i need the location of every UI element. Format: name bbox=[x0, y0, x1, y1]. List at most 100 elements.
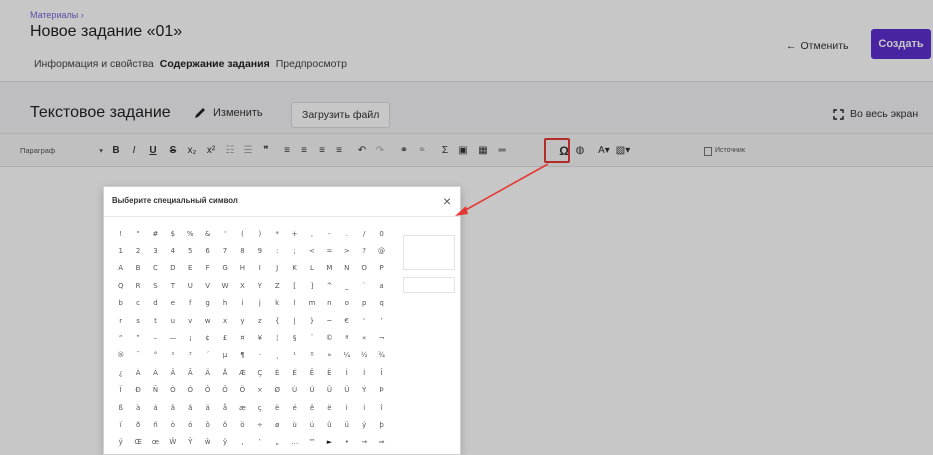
char-cell[interactable]: ì bbox=[338, 399, 355, 416]
char-cell[interactable]: × bbox=[251, 382, 268, 399]
char-cell[interactable]: 7 bbox=[216, 242, 233, 259]
char-cell[interactable]: ¬ bbox=[373, 329, 390, 346]
char-cell[interactable]: v bbox=[182, 312, 199, 329]
char-cell[interactable]: ñ bbox=[147, 416, 164, 433]
char-cell[interactable]: P bbox=[373, 260, 390, 277]
char-cell[interactable]: î bbox=[373, 399, 390, 416]
cancel-button[interactable]: ← Отменить bbox=[776, 33, 859, 59]
char-cell[interactable]: — bbox=[164, 329, 181, 346]
char-cell[interactable]: U bbox=[182, 277, 199, 294]
char-cell[interactable]: N bbox=[338, 260, 355, 277]
char-cell[interactable]: ï bbox=[112, 416, 129, 433]
char-cell[interactable]: â bbox=[164, 399, 181, 416]
char-cell[interactable]: À bbox=[129, 364, 146, 381]
char-cell[interactable]: „ bbox=[269, 434, 286, 451]
char-cell[interactable]: Œ bbox=[129, 434, 146, 451]
char-cell[interactable]: û bbox=[321, 416, 338, 433]
bulleted-list-icon[interactable]: ☰ bbox=[240, 142, 256, 160]
char-cell[interactable]: Í bbox=[355, 364, 372, 381]
char-cell[interactable]: 6 bbox=[199, 242, 216, 259]
char-cell[interactable]: l bbox=[286, 295, 303, 312]
char-cell[interactable]: ♦ bbox=[129, 451, 146, 454]
char-cell[interactable]: < bbox=[303, 242, 320, 259]
char-cell[interactable]: œ bbox=[147, 434, 164, 451]
char-cell[interactable]: p bbox=[355, 295, 372, 312]
char-cell[interactable]: Á bbox=[147, 364, 164, 381]
char-cell[interactable]: T bbox=[164, 277, 181, 294]
subscript-icon[interactable]: x₂ bbox=[184, 142, 200, 160]
char-cell[interactable]: r bbox=[112, 312, 129, 329]
char-cell[interactable]: ä bbox=[199, 399, 216, 416]
char-cell[interactable]: ¶ bbox=[234, 347, 251, 364]
char-cell[interactable]: k bbox=[269, 295, 286, 312]
char-cell[interactable]: K bbox=[286, 260, 303, 277]
char-cell[interactable]: G bbox=[216, 260, 233, 277]
char-cell[interactable]: Q bbox=[112, 277, 129, 294]
char-cell[interactable]: ŷ bbox=[216, 434, 233, 451]
char-cell[interactable]: ® bbox=[112, 347, 129, 364]
char-cell[interactable]: 3 bbox=[147, 242, 164, 259]
undo-icon[interactable]: ↶ bbox=[354, 142, 370, 160]
char-cell[interactable]: $ bbox=[164, 225, 181, 242]
char-cell[interactable]: Ù bbox=[286, 382, 303, 399]
close-icon[interactable]: × bbox=[443, 193, 451, 209]
char-cell[interactable]: ¸ bbox=[269, 347, 286, 364]
bold-icon[interactable]: B bbox=[108, 142, 124, 160]
char-cell[interactable]: I bbox=[251, 260, 268, 277]
char-cell[interactable]: ù bbox=[286, 416, 303, 433]
char-cell[interactable]: § bbox=[286, 329, 303, 346]
char-cell[interactable]: ú bbox=[303, 416, 320, 433]
char-cell[interactable]: Ý bbox=[355, 382, 372, 399]
char-cell[interactable]: a bbox=[373, 277, 390, 294]
char-cell[interactable]: ç bbox=[251, 399, 268, 416]
char-cell[interactable]: å bbox=[216, 399, 233, 416]
char-cell[interactable]: ! bbox=[112, 225, 129, 242]
char-cell[interactable]: – bbox=[147, 329, 164, 346]
char-cell[interactable]: Õ bbox=[216, 382, 233, 399]
char-cell[interactable]: ⇒ bbox=[373, 434, 390, 451]
char-cell[interactable]: 0 bbox=[373, 225, 390, 242]
char-cell[interactable]: ½ bbox=[355, 347, 372, 364]
char-cell[interactable]: e bbox=[164, 295, 181, 312]
char-cell[interactable]: º bbox=[303, 347, 320, 364]
char-cell[interactable]: ý bbox=[355, 416, 372, 433]
char-cell[interactable]: x bbox=[216, 312, 233, 329]
background-color-icon[interactable]: ▧▾ bbox=[615, 142, 631, 160]
char-cell[interactable]: F bbox=[199, 260, 216, 277]
char-cell[interactable]: ¡ bbox=[182, 329, 199, 346]
char-cell[interactable]: © bbox=[321, 329, 338, 346]
char-cell[interactable]: « bbox=[355, 329, 372, 346]
char-cell[interactable]: ã bbox=[182, 399, 199, 416]
char-cell[interactable]: Î bbox=[373, 364, 390, 381]
char-cell[interactable]: o bbox=[338, 295, 355, 312]
char-cell[interactable]: " bbox=[129, 225, 146, 242]
char-cell[interactable]: ³ bbox=[182, 347, 199, 364]
char-cell[interactable]: : bbox=[269, 242, 286, 259]
char-cell[interactable]: f bbox=[182, 295, 199, 312]
image-icon[interactable]: ▣ bbox=[455, 142, 471, 160]
char-cell[interactable]: g bbox=[199, 295, 216, 312]
char-cell[interactable]: » bbox=[321, 347, 338, 364]
char-cell[interactable]: ¢ bbox=[199, 329, 216, 346]
char-cell[interactable]: ¨ bbox=[303, 329, 320, 346]
char-cell[interactable]: 4 bbox=[164, 242, 181, 259]
char-cell[interactable]: → bbox=[355, 434, 372, 451]
char-cell[interactable]: õ bbox=[216, 416, 233, 433]
char-cell[interactable]: X bbox=[234, 277, 251, 294]
char-cell[interactable]: à bbox=[129, 399, 146, 416]
char-cell[interactable]: A bbox=[112, 260, 129, 277]
char-cell[interactable]: V bbox=[199, 277, 216, 294]
char-cell[interactable]: ► bbox=[321, 434, 338, 451]
char-cell[interactable]: Å bbox=[216, 364, 233, 381]
char-cell[interactable]: } bbox=[303, 312, 320, 329]
char-cell[interactable]: u bbox=[164, 312, 181, 329]
char-cell[interactable]: _ bbox=[338, 277, 355, 294]
fullscreen-button[interactable]: Во весь экран bbox=[833, 108, 918, 120]
char-cell[interactable]: + bbox=[286, 225, 303, 242]
char-cell[interactable]: 9 bbox=[251, 242, 268, 259]
char-cell[interactable]: 8 bbox=[234, 242, 251, 259]
underline-icon[interactable]: U bbox=[145, 142, 161, 160]
char-cell[interactable]: % bbox=[182, 225, 199, 242]
char-cell[interactable]: … bbox=[286, 434, 303, 451]
char-cell[interactable]: ; bbox=[286, 242, 303, 259]
